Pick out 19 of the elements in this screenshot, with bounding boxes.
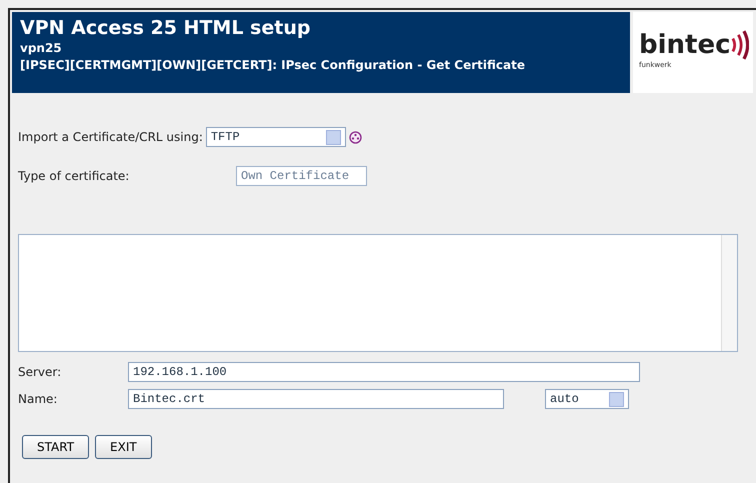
text-area[interactable] (18, 234, 738, 352)
device-name: vpn25 (20, 40, 63, 57)
server-label: Server: (18, 364, 62, 381)
signal-waves-icon (730, 30, 749, 60)
scrollbar[interactable] (721, 235, 737, 351)
name-label: Name: (18, 391, 58, 408)
start-button[interactable]: START (22, 435, 90, 459)
help-icon[interactable] (348, 130, 362, 144)
name-field[interactable]: Bintec.crt (128, 389, 504, 409)
exit-button[interactable]: EXIT (95, 435, 152, 459)
mode-select[interactable]: auto (545, 389, 629, 409)
page-title: VPN Access 25 HTML setup (20, 16, 312, 40)
import-method-select[interactable]: TFTP (206, 127, 346, 147)
certificate-type-label: Type of certificate: (18, 168, 130, 185)
import-label: Import a Certificate/CRL using: (18, 129, 203, 146)
logo-text: bintec (639, 32, 731, 58)
certificate-type-field: Own Certificate (236, 166, 367, 186)
server-field[interactable]: 192.168.1.100 (128, 362, 640, 382)
menu-path: [IPSEC][CERTMGMT][OWN][GETCERT]: IPsec Configuration - Get Certificate (20, 57, 526, 74)
